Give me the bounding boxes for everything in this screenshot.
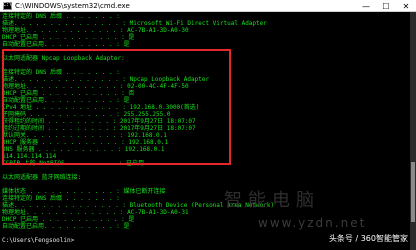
scrollbar-thumb[interactable] [411, 162, 415, 222]
watermark-url: www.yzdn.net [258, 216, 367, 230]
console-line: 自动配置已启用. . . . . . . . . . : 是 [2, 223, 130, 230]
maximize-button[interactable]: ☐ [376, 0, 396, 12]
close-button[interactable]: ✕ [396, 0, 416, 12]
cmd-icon-glyph: C:\ [2, 2, 13, 8]
cmd-app-icon[interactable]: C:\ [2, 1, 13, 10]
console-line: C:\Users\Fengsoolin> [2, 237, 75, 244]
console-line: 描述. . . . . . . . . . . . . . . : Micros… [2, 20, 267, 27]
window-title: C:\WINDOWS\system32\cmd.exe [15, 1, 130, 10]
window-controls: — ☐ ✕ [356, 0, 416, 12]
console-line: 物理地址. . . . . . . . . . . . . : AC-7B-A1… [2, 209, 189, 216]
window-titlebar[interactable]: C:\ C:\WINDOWS\system32\cmd.exe — ☐ ✕ [0, 0, 416, 12]
console-line: 连接特定的 DNS 后缀 . . . . . . . : [2, 13, 120, 20]
npcap-adapter-highlight-box [2, 49, 231, 165]
console-line: 自动配置已启用. . . . . . . . . . : 是 [2, 41, 130, 48]
console-line: 媒体状态 . . . . . . . . . . . . : 媒体已断开连接 [2, 188, 166, 195]
console-line: 物理地址. . . . . . . . . . . . . : AC-7B-A1… [2, 27, 189, 34]
watermark-logo-text: 智能电脑 [224, 190, 320, 211]
console-line: DHCP 已启用 . . . . . . . . . . . : 是 [2, 34, 135, 41]
console-line: 连接特定的 DNS 后缀 . . . . . . . : [2, 195, 120, 202]
minimize-button[interactable]: — [356, 0, 376, 12]
console-line: 以太网适配器 蓝牙网络连接: [2, 174, 82, 181]
console-line: DHCP 已启用 . . . . . . . . . . . : 是 [2, 216, 135, 223]
vertical-scrollbar[interactable] [410, 12, 416, 250]
image-credit: 头条号 / 360智能管家 [328, 234, 408, 243]
